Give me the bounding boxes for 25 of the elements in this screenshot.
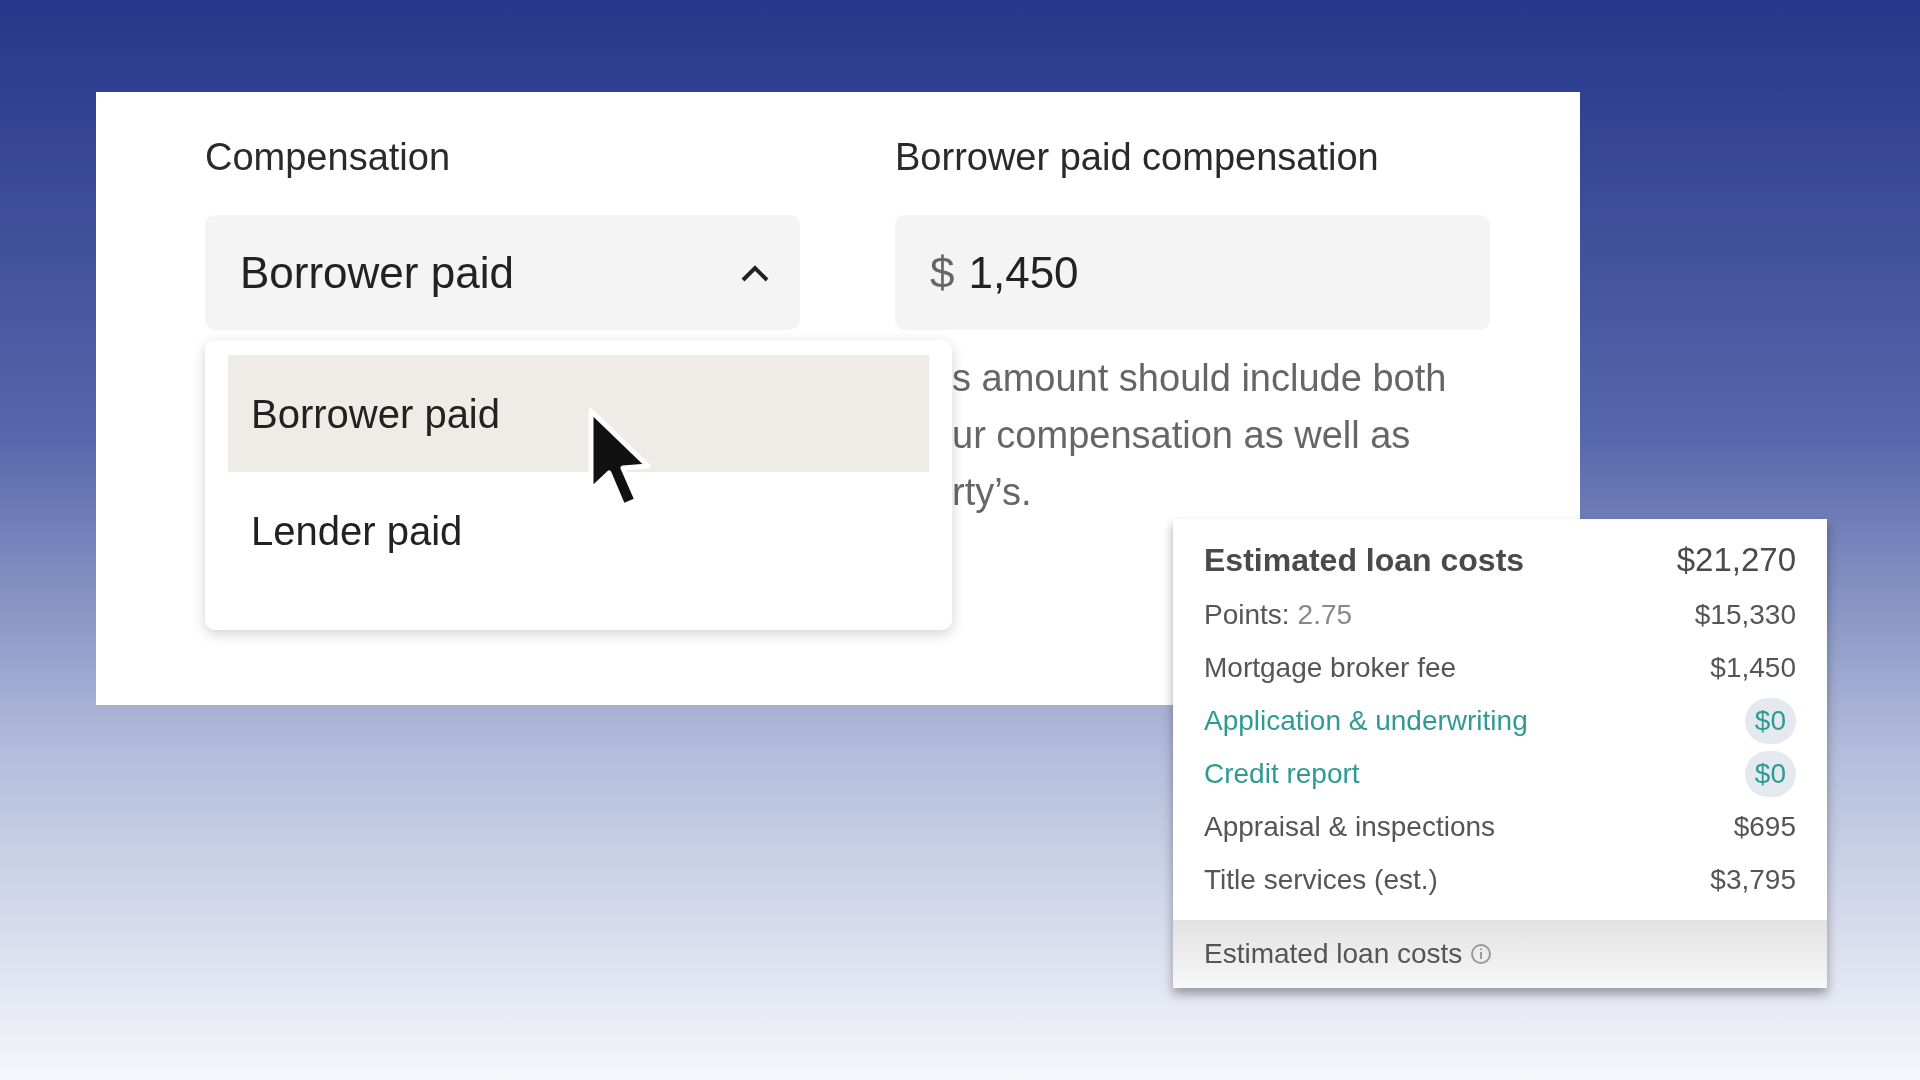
cost-value-pill: $0 [1744, 697, 1796, 744]
cost-label: Title services (est.) [1204, 862, 1438, 897]
cost-value: $3,795 [1710, 862, 1796, 897]
field-label: Borrower paid compensation [895, 135, 1380, 180]
help-text: ur compensation as well as [952, 413, 1412, 458]
amount-value: 1,450 [968, 246, 1079, 299]
compensation-dropdown[interactable]: Borrower paid [205, 215, 800, 330]
total-amount: $21,270 [1676, 540, 1796, 581]
cost-label: Appraisal & inspections [1204, 809, 1496, 844]
cost-value: $1,450 [1710, 650, 1796, 685]
help-text: rty’s. [952, 470, 1033, 515]
tooltip-title: Estimated loan costs [1204, 541, 1525, 580]
cost-value-pill: $0 [1744, 750, 1796, 797]
cost-detail: 2.75 [1297, 597, 1353, 632]
field-label: Compensation [205, 135, 452, 180]
amount-field[interactable]: $ 1,450 [895, 215, 1490, 330]
help-text: s amount should include both [952, 356, 1448, 401]
cost-value: $695 [1733, 809, 1796, 844]
cost-label: Points: [1204, 597, 1290, 632]
cost-label: Mortgage broker fee [1204, 650, 1457, 685]
dropdown-option[interactable]: Borrower paid [228, 355, 929, 472]
currency-symbol: $ [930, 246, 955, 299]
cost-value: $15,330 [1694, 597, 1796, 632]
footer-label: Estimated loan costs [1204, 937, 1463, 971]
info-icon [1470, 943, 1493, 965]
